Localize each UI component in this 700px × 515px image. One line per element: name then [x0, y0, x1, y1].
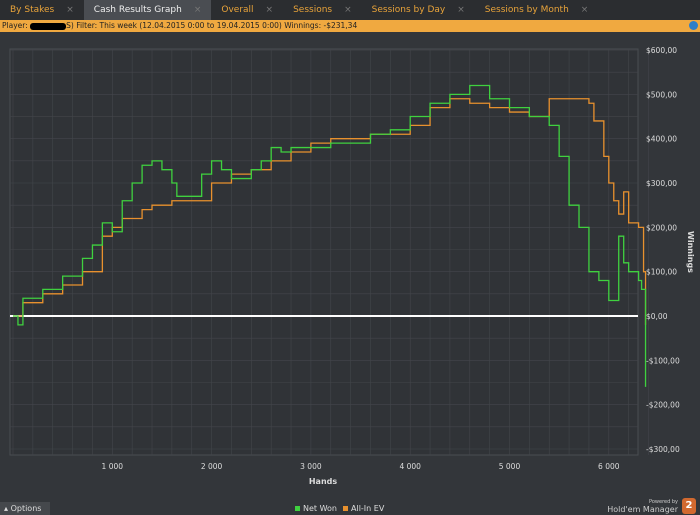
- y-tick-label: $0,00: [646, 312, 668, 321]
- tab-sessions[interactable]: Sessions ×: [283, 0, 362, 20]
- tab-bar: By Stakes × Cash Results Graph × Overall × Ses…: [0, 0, 700, 20]
- player-suffix: S): [66, 21, 74, 30]
- x-tick-label: 5 000: [499, 462, 521, 471]
- x-tick-label: 3 000: [300, 462, 322, 471]
- legend-all-in-ev[interactable]: All-In EV: [343, 504, 384, 513]
- winnings-label: Winnings:: [284, 21, 322, 30]
- tab-sessions-by-month[interactable]: Sessions by Month ×: [475, 0, 599, 20]
- tab-cash-results-graph[interactable]: Cash Results Graph ×: [83, 0, 212, 20]
- y-tick-label: $500,00: [646, 90, 677, 99]
- y-tick-label: $600,00: [646, 46, 677, 55]
- options-button[interactable]: ▴ Options: [0, 502, 50, 515]
- tab-label: Sessions by Day: [371, 5, 446, 15]
- tab-label: Sessions by Month: [484, 5, 569, 15]
- plot-area: [9, 48, 639, 456]
- info-icon[interactable]: [689, 21, 698, 30]
- tab-sessions-by-day[interactable]: Sessions by Day ×: [362, 0, 475, 20]
- close-icon[interactable]: ×: [344, 0, 352, 20]
- legend: Net Won All-In EV: [295, 504, 384, 513]
- close-icon[interactable]: ×: [266, 0, 274, 20]
- tab-label: Overall: [221, 5, 254, 15]
- x-tick-label: 1 000: [102, 462, 124, 471]
- winnings-value: -$231,34: [323, 21, 358, 30]
- y-tick-label: $300,00: [646, 179, 677, 188]
- filter-bar: Player: S) Filter: This week (12.04.2015…: [0, 20, 700, 32]
- tab-overall[interactable]: Overall ×: [211, 0, 283, 20]
- redacted-player-name: [30, 22, 67, 30]
- brand: Powered by Hold'em Manager: [607, 499, 678, 514]
- tab-label: Cash Results Graph: [93, 5, 182, 15]
- y-tick-label: -$100,00: [646, 356, 680, 365]
- y-tick-label: $200,00: [646, 223, 677, 232]
- close-icon[interactable]: ×: [581, 0, 589, 20]
- legend-net-won[interactable]: Net Won: [295, 504, 337, 513]
- y-tick-label: $100,00: [646, 268, 677, 277]
- tab-label: Sessions: [293, 5, 333, 15]
- tab-by-stakes[interactable]: By Stakes ×: [0, 0, 84, 20]
- y-tick-label: -$200,00: [646, 401, 680, 410]
- y-axis-label: Winnings: [686, 231, 695, 273]
- x-tick-label: 2 000: [201, 462, 223, 471]
- close-icon[interactable]: ×: [194, 0, 202, 20]
- player-label: Player:: [2, 21, 28, 30]
- close-icon[interactable]: ×: [457, 0, 465, 20]
- close-icon[interactable]: ×: [66, 0, 74, 20]
- hm2-logo: 2: [682, 498, 696, 514]
- x-tick-label: 6 000: [598, 462, 620, 471]
- x-tick-label: 4 000: [399, 462, 421, 471]
- y-tick-label: -$300,00: [646, 445, 680, 454]
- x-axis-label: Hands: [309, 477, 338, 486]
- results-chart: $600,00 $500,00 $400,00 $300,00 $200,00 $100,…: [9, 46, 695, 486]
- filter-text: Filter: This week (12.04.2015 0:00 to 19…: [76, 21, 282, 30]
- tab-label: By Stakes: [10, 5, 55, 15]
- y-tick-label: $400,00: [646, 135, 677, 144]
